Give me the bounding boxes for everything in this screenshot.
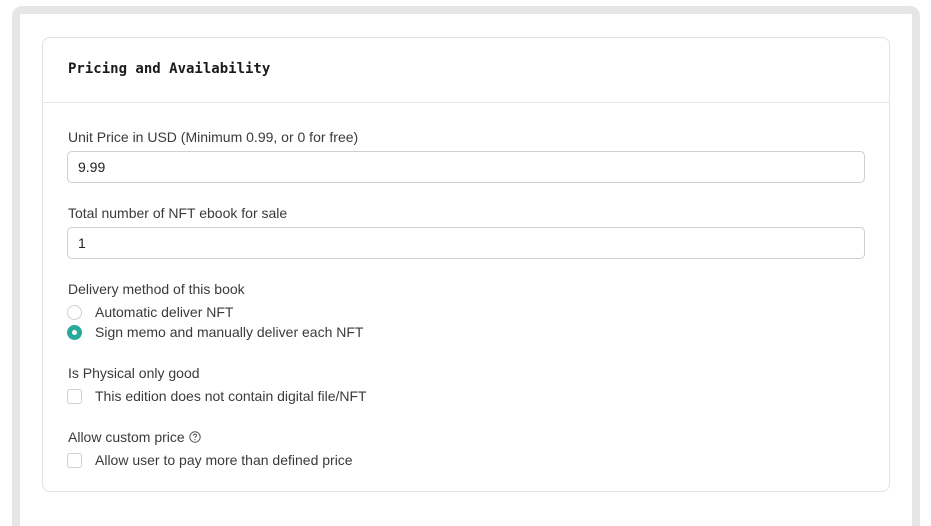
- delivery-option-manual[interactable]: Sign memo and manually deliver each NFT: [67, 323, 363, 341]
- unit-price-label: Unit Price in USD (Minimum 0.99, or 0 fo…: [68, 129, 359, 145]
- custom-price-label: Allow custom price: [68, 429, 185, 445]
- physical-only-checkbox[interactable]: [67, 388, 82, 404]
- pricing-availability-card: Pricing and Availability Unit Price in U…: [42, 37, 890, 492]
- custom-price-checkbox[interactable]: [67, 452, 82, 468]
- total-number-input[interactable]: [67, 227, 865, 259]
- automatic-deliver-radio[interactable]: [67, 304, 82, 320]
- unit-price-input[interactable]: [67, 151, 865, 183]
- manual-deliver-label: Sign memo and manually deliver each NFT: [95, 324, 364, 340]
- section-title: Pricing and Availability: [68, 61, 271, 77]
- delivery-option-automatic[interactable]: Automatic deliver NFT: [67, 303, 233, 321]
- automatic-deliver-label: Automatic deliver NFT: [95, 304, 234, 320]
- total-number-label: Total number of NFT ebook for sale: [68, 205, 288, 221]
- physical-only-label: Is Physical only good: [68, 365, 200, 381]
- custom-price-label-row: Allow custom price: [68, 429, 201, 446]
- physical-only-checkbox-label: This edition does not contain digital fi…: [95, 388, 367, 404]
- custom-price-checkbox-label: Allow user to pay more than defined pric…: [95, 452, 353, 468]
- physical-only-option[interactable]: This edition does not contain digital fi…: [67, 387, 367, 405]
- manual-deliver-radio[interactable]: [67, 324, 82, 340]
- question-circle-icon[interactable]: [189, 430, 201, 446]
- custom-price-option[interactable]: Allow user to pay more than defined pric…: [67, 451, 353, 469]
- card-header: Pricing and Availability: [43, 38, 889, 103]
- delivery-method-label: Delivery method of this book: [68, 281, 245, 297]
